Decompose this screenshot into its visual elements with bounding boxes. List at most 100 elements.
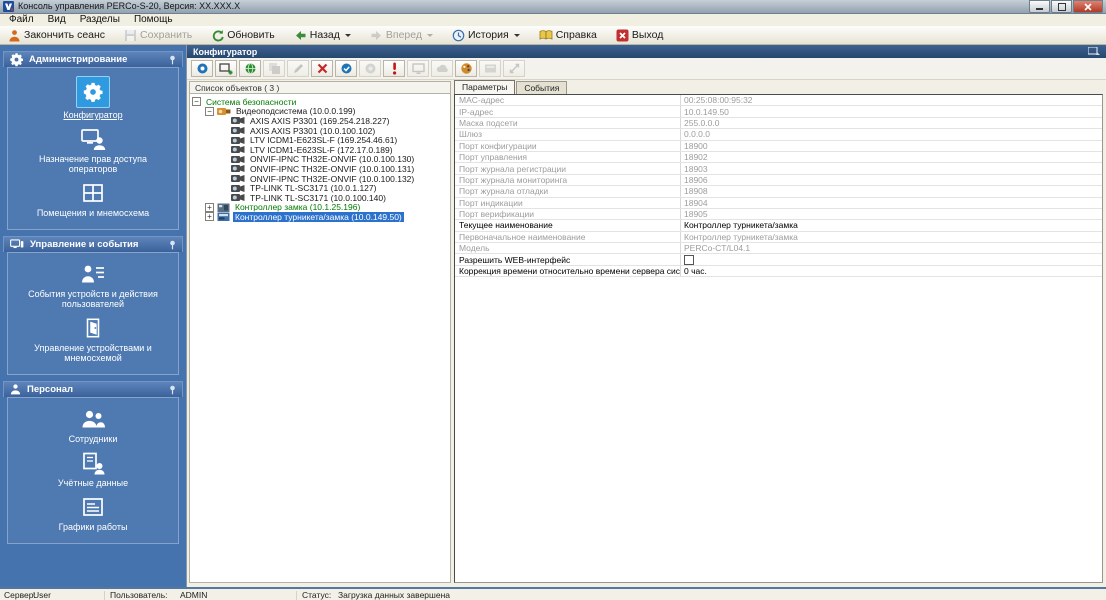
sidebar-item[interactable]: Управление устройствами и мнемосхемой (8, 312, 178, 366)
sidebar-section-body: Конфигуратор Назначение прав доступа опер… (7, 67, 179, 230)
tree-node[interactable]: AXIS AXIS P3301 (10.0.100.102) (190, 126, 450, 136)
sidebar-section-header[interactable]: Управление и события (3, 236, 183, 252)
exit-label: Выход (631, 29, 664, 41)
help-button[interactable]: Справка (534, 28, 602, 42)
tab-parameters[interactable]: Параметры (454, 80, 516, 94)
property-label: Порт управления (455, 151, 681, 163)
sidebar-item-label: События устройств и действия пользовател… (28, 289, 158, 309)
user-value: ADMIN (180, 590, 208, 600)
property-row[interactable]: Порт конфигурации 18900 (455, 140, 1102, 152)
sidebar-item[interactable]: Помещения и мнемосхема (8, 177, 178, 221)
sidebar-section-header[interactable]: Персонал (3, 381, 183, 397)
property-label: Модель (455, 243, 681, 254)
sidebar-item-label: Сотрудники (68, 434, 118, 444)
panel-title: Конфигуратор (193, 46, 258, 57)
property-value: 00:25:08:00:95:32 (684, 95, 753, 106)
tree-node[interactable]: TP-LINK TL-SC3171 (10.0.1.127) (190, 183, 450, 193)
sidebar-item-label: Управление устройствами и мнемосхемой (34, 343, 152, 363)
property-row[interactable]: Порт журнала регистрации 18903 (455, 163, 1102, 175)
collapse-icon[interactable]: − (192, 97, 201, 107)
back-button[interactable]: Назад (289, 28, 356, 43)
property-row[interactable]: Маска подсети 255.0.0.0 (455, 117, 1102, 130)
end-session-button[interactable]: Закончить сеанс (3, 28, 110, 43)
verify-device-button[interactable] (335, 60, 357, 77)
menu-item-4[interactable]: Помощь (127, 14, 180, 26)
back-label: Назад (309, 29, 340, 41)
tree-node[interactable]: − Видеоподсистема (10.0.0.199) (190, 106, 450, 116)
property-label: Шлюз (455, 129, 681, 140)
web-interface-checkbox[interactable] (684, 254, 694, 265)
menu-item-1[interactable]: Файл (2, 14, 41, 26)
delete-button[interactable] (311, 60, 333, 77)
sidebar-item[interactable]: Сотрудники (8, 403, 178, 447)
collapse-icon[interactable]: − (205, 106, 214, 116)
menu-item-3[interactable]: Разделы (73, 14, 127, 26)
history-button[interactable]: История (447, 28, 525, 43)
properties-grid: MAC-адрес 00:25:08:00:95:32 IP-адрес 10.0.1… (454, 94, 1103, 583)
tree-node-label: AXIS AXIS P3301 (10.0.100.102) (250, 125, 376, 136)
property-row[interactable]: IP-адрес 10.0.149.50 (455, 106, 1102, 118)
tab-events[interactable]: События (516, 81, 568, 94)
property-value: 18902 (684, 152, 708, 163)
status-value: Загрузка данных завершена (338, 590, 450, 600)
property-value: 18908 (684, 186, 708, 197)
property-row[interactable]: Первоначальное наименование Контроллер ту… (455, 231, 1102, 244)
property-row[interactable]: MAC-адрес 00:25:08:00:95:32 (455, 95, 1102, 107)
property-row[interactable]: Текущее наименование Контроллер турникета… (455, 220, 1102, 232)
sidebar-item[interactable]: Учётные данные (8, 447, 178, 491)
panel-title-bar: Конфигуратор (187, 45, 1106, 58)
alarm-reset-button[interactable] (383, 60, 405, 77)
camera-icon (231, 126, 245, 135)
property-value: Контроллер турникета/замка (684, 231, 798, 242)
dropdown-arrow-icon (344, 33, 351, 37)
history-icon (452, 29, 465, 42)
titlebar: Консоль управления PERCo-S-20, Версия: X… (0, 0, 1106, 14)
camera-icon (231, 164, 245, 173)
tree-node[interactable]: ONVIF-IPNC TH32E-ONVIF (10.0.100.131) (190, 164, 450, 174)
tree-node-label: LTV ICDM1-E623SL-F (172.17.0.189) (250, 144, 393, 155)
sidebar-item[interactable]: Назначение прав доступа операторов (8, 123, 178, 177)
close-button[interactable] (1073, 0, 1103, 13)
tree-node-label: ONVIF-IPNC TH32E-ONVIF (10.0.100.132) (250, 173, 415, 184)
tree-node[interactable]: ONVIF-IPNC TH32E-ONVIF (10.0.100.130) (190, 154, 450, 164)
web-interface-button[interactable] (239, 60, 261, 77)
property-row[interactable]: Порт журнала мониторинга 18906 (455, 174, 1102, 187)
property-row[interactable]: Порт управления 18902 (455, 151, 1102, 164)
tree-node-label: AXIS AXIS P3301 (169.254.218.227) (250, 115, 390, 126)
maximize-button[interactable] (1051, 0, 1072, 13)
property-row[interactable]: Шлюз 0.0.0.0 (455, 129, 1102, 141)
forward-icon (370, 29, 383, 42)
add-device-button[interactable] (215, 60, 237, 77)
camera-icon (231, 193, 245, 202)
tree-node[interactable]: LTV ICDM1-E623SL-F (169.254.46.61) (190, 135, 450, 145)
sidebar-item[interactable]: Конфигуратор (8, 73, 178, 123)
property-row[interactable]: Модель PERCo-CT/L04.1 (455, 243, 1102, 255)
property-value: 18906 (684, 174, 708, 185)
sidebar-section-header[interactable]: Администрирование (3, 51, 183, 67)
menubar: Файл Вид Разделы Помощь (0, 14, 1106, 26)
tree-node[interactable]: ONVIF-IPNC TH32E-ONVIF (10.0.100.132) (190, 174, 450, 184)
tree-node[interactable]: + Контроллер турникета/замка (10.0.149.50… (190, 211, 450, 222)
exit-button[interactable]: Выход (611, 28, 668, 43)
expand-icon[interactable]: + (205, 212, 214, 222)
minimize-button[interactable] (1029, 0, 1050, 13)
expand-icon[interactable]: + (205, 202, 214, 212)
tree-node[interactable]: LTV ICDM1-E623SL-F (172.17.0.189) (190, 145, 450, 155)
video-settings-button[interactable] (455, 60, 477, 77)
property-row[interactable]: Порт индикации 18904 (455, 197, 1102, 209)
panel-options-icon[interactable] (1088, 47, 1100, 56)
sidebar-section: Администрирование Конфигуратор Назначение … (0, 51, 186, 230)
menu-item-2[interactable]: Вид (41, 14, 73, 26)
property-row[interactable]: Порт верификации 18905 (455, 208, 1102, 221)
search-devices-button[interactable] (191, 60, 213, 77)
property-row[interactable]: Порт журнала отладки 18908 (455, 186, 1102, 198)
sidebar-item-label: Назначение прав доступа операторов (38, 154, 148, 174)
property-row[interactable]: Коррекция времени относительно времени с… (455, 265, 1102, 278)
tree-node[interactable]: AXIS AXIS P3301 (169.254.218.227) (190, 116, 450, 126)
sidebar-item[interactable]: Графики работы (8, 491, 178, 535)
property-row[interactable]: Разрешить WEB-интерфейс (455, 254, 1102, 266)
refresh-button[interactable]: Обновить (206, 28, 280, 43)
sidebar-item[interactable]: События устройств и действия пользовател… (8, 258, 178, 312)
operator-monitor-icon (77, 126, 109, 152)
property-value: Контроллер турникета/замка (684, 220, 798, 231)
